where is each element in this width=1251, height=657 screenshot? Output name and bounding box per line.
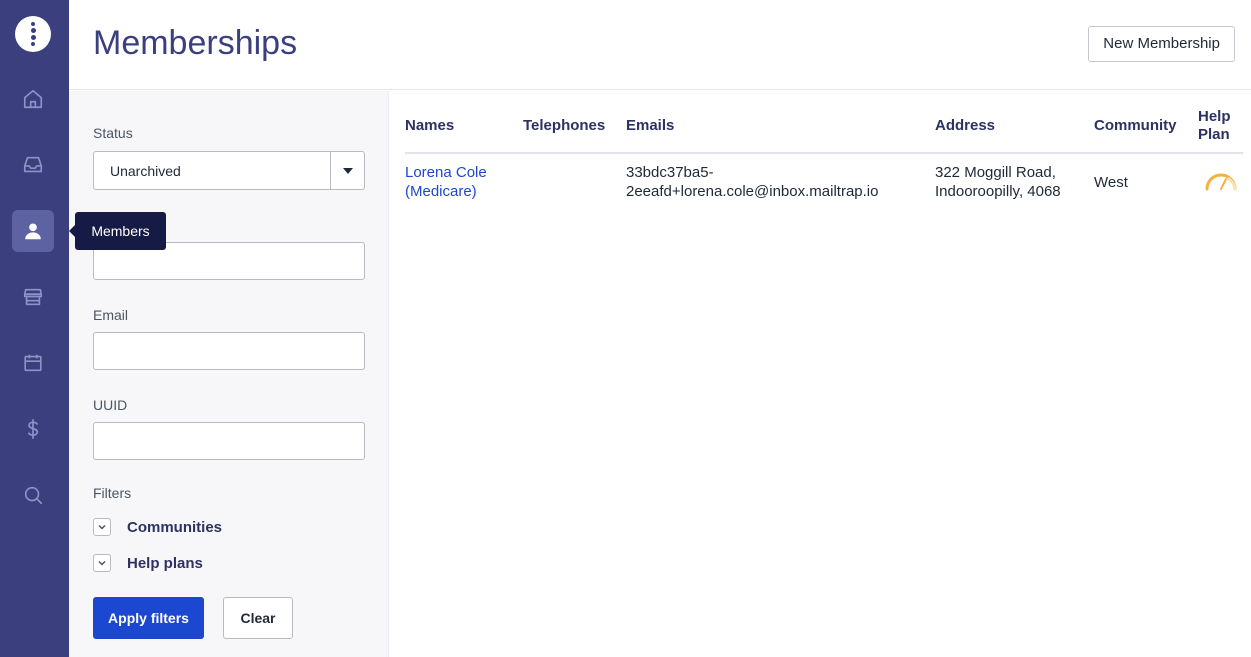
table-header-divider bbox=[405, 152, 1243, 154]
page-header: Memberships New Membership bbox=[69, 0, 1251, 90]
status-select[interactable]: Unarchived bbox=[93, 151, 365, 190]
uuid-input[interactable] bbox=[93, 422, 365, 460]
gauge-icon bbox=[1205, 173, 1237, 191]
nav-members-icon[interactable] bbox=[12, 210, 54, 252]
filters-panel: Status Unarchived Email UUID Filters Com… bbox=[69, 91, 389, 657]
member-plan-type: (Medicare) bbox=[405, 183, 477, 200]
column-header-emails[interactable]: Emails bbox=[626, 117, 674, 135]
member-address-line1: 322 Moggill Road, bbox=[935, 164, 1056, 181]
nav-inbox-icon[interactable] bbox=[12, 144, 54, 186]
filter-group-communities[interactable]: Communities bbox=[93, 518, 222, 536]
status-select-value: Unarchived bbox=[110, 163, 181, 179]
column-header-telephones[interactable]: Telephones bbox=[523, 117, 605, 135]
sidebar bbox=[0, 0, 69, 657]
column-header-help-plan-line2: Plan bbox=[1198, 126, 1230, 143]
member-community: West bbox=[1094, 174, 1128, 191]
uuid-label: UUID bbox=[93, 397, 128, 413]
clear-button[interactable]: Clear bbox=[223, 597, 293, 639]
members-tooltip: Members bbox=[69, 212, 166, 250]
member-email-line2: 2eeafd+lorena.cole@inbox.mailtrap.io bbox=[626, 183, 879, 200]
nav-home-icon[interactable] bbox=[12, 78, 54, 120]
member-name: Lorena Cole bbox=[405, 164, 487, 181]
filter-group-label: Help plans bbox=[127, 554, 203, 572]
chevron-down-icon[interactable] bbox=[93, 554, 111, 572]
chevron-down-icon[interactable] bbox=[330, 152, 364, 189]
status-label: Status bbox=[93, 125, 133, 141]
column-header-help-plan[interactable]: Help Plan bbox=[1198, 108, 1231, 144]
nav-billing-icon[interactable] bbox=[12, 408, 54, 450]
nav-calendar-icon[interactable] bbox=[12, 342, 54, 384]
email-label: Email bbox=[93, 307, 129, 323]
filter-group-help-plans[interactable]: Help plans bbox=[93, 554, 203, 572]
member-name-link[interactable]: Lorena Cole (Medicare) bbox=[405, 163, 487, 201]
chevron-down-icon[interactable] bbox=[93, 518, 111, 536]
filters-label: Filters bbox=[93, 485, 132, 501]
member-address: 322 Moggill Road, Indooroopilly, 4068 bbox=[935, 163, 1061, 201]
member-email: 33bdc37ba5- 2eeafd+lorena.cole@inbox.mai… bbox=[626, 163, 878, 201]
column-header-address[interactable]: Address bbox=[935, 117, 995, 135]
column-header-help-plan-line1: Help bbox=[1198, 108, 1231, 125]
column-header-names[interactable]: Names bbox=[405, 117, 454, 135]
page-title: Memberships bbox=[93, 24, 298, 62]
member-address-line2: Indooroopilly, 4068 bbox=[935, 183, 1061, 200]
nav-search-icon[interactable] bbox=[12, 474, 54, 516]
column-header-community[interactable]: Community bbox=[1094, 117, 1177, 135]
logo-icon[interactable] bbox=[15, 16, 51, 52]
email-input[interactable] bbox=[93, 332, 365, 370]
filter-group-label: Communities bbox=[127, 518, 223, 536]
apply-filters-button[interactable]: Apply filters bbox=[93, 597, 204, 639]
member-email-line1: 33bdc37ba5- bbox=[626, 164, 714, 181]
new-membership-button[interactable]: New Membership bbox=[1088, 26, 1235, 62]
nav-store-icon[interactable] bbox=[12, 276, 54, 318]
